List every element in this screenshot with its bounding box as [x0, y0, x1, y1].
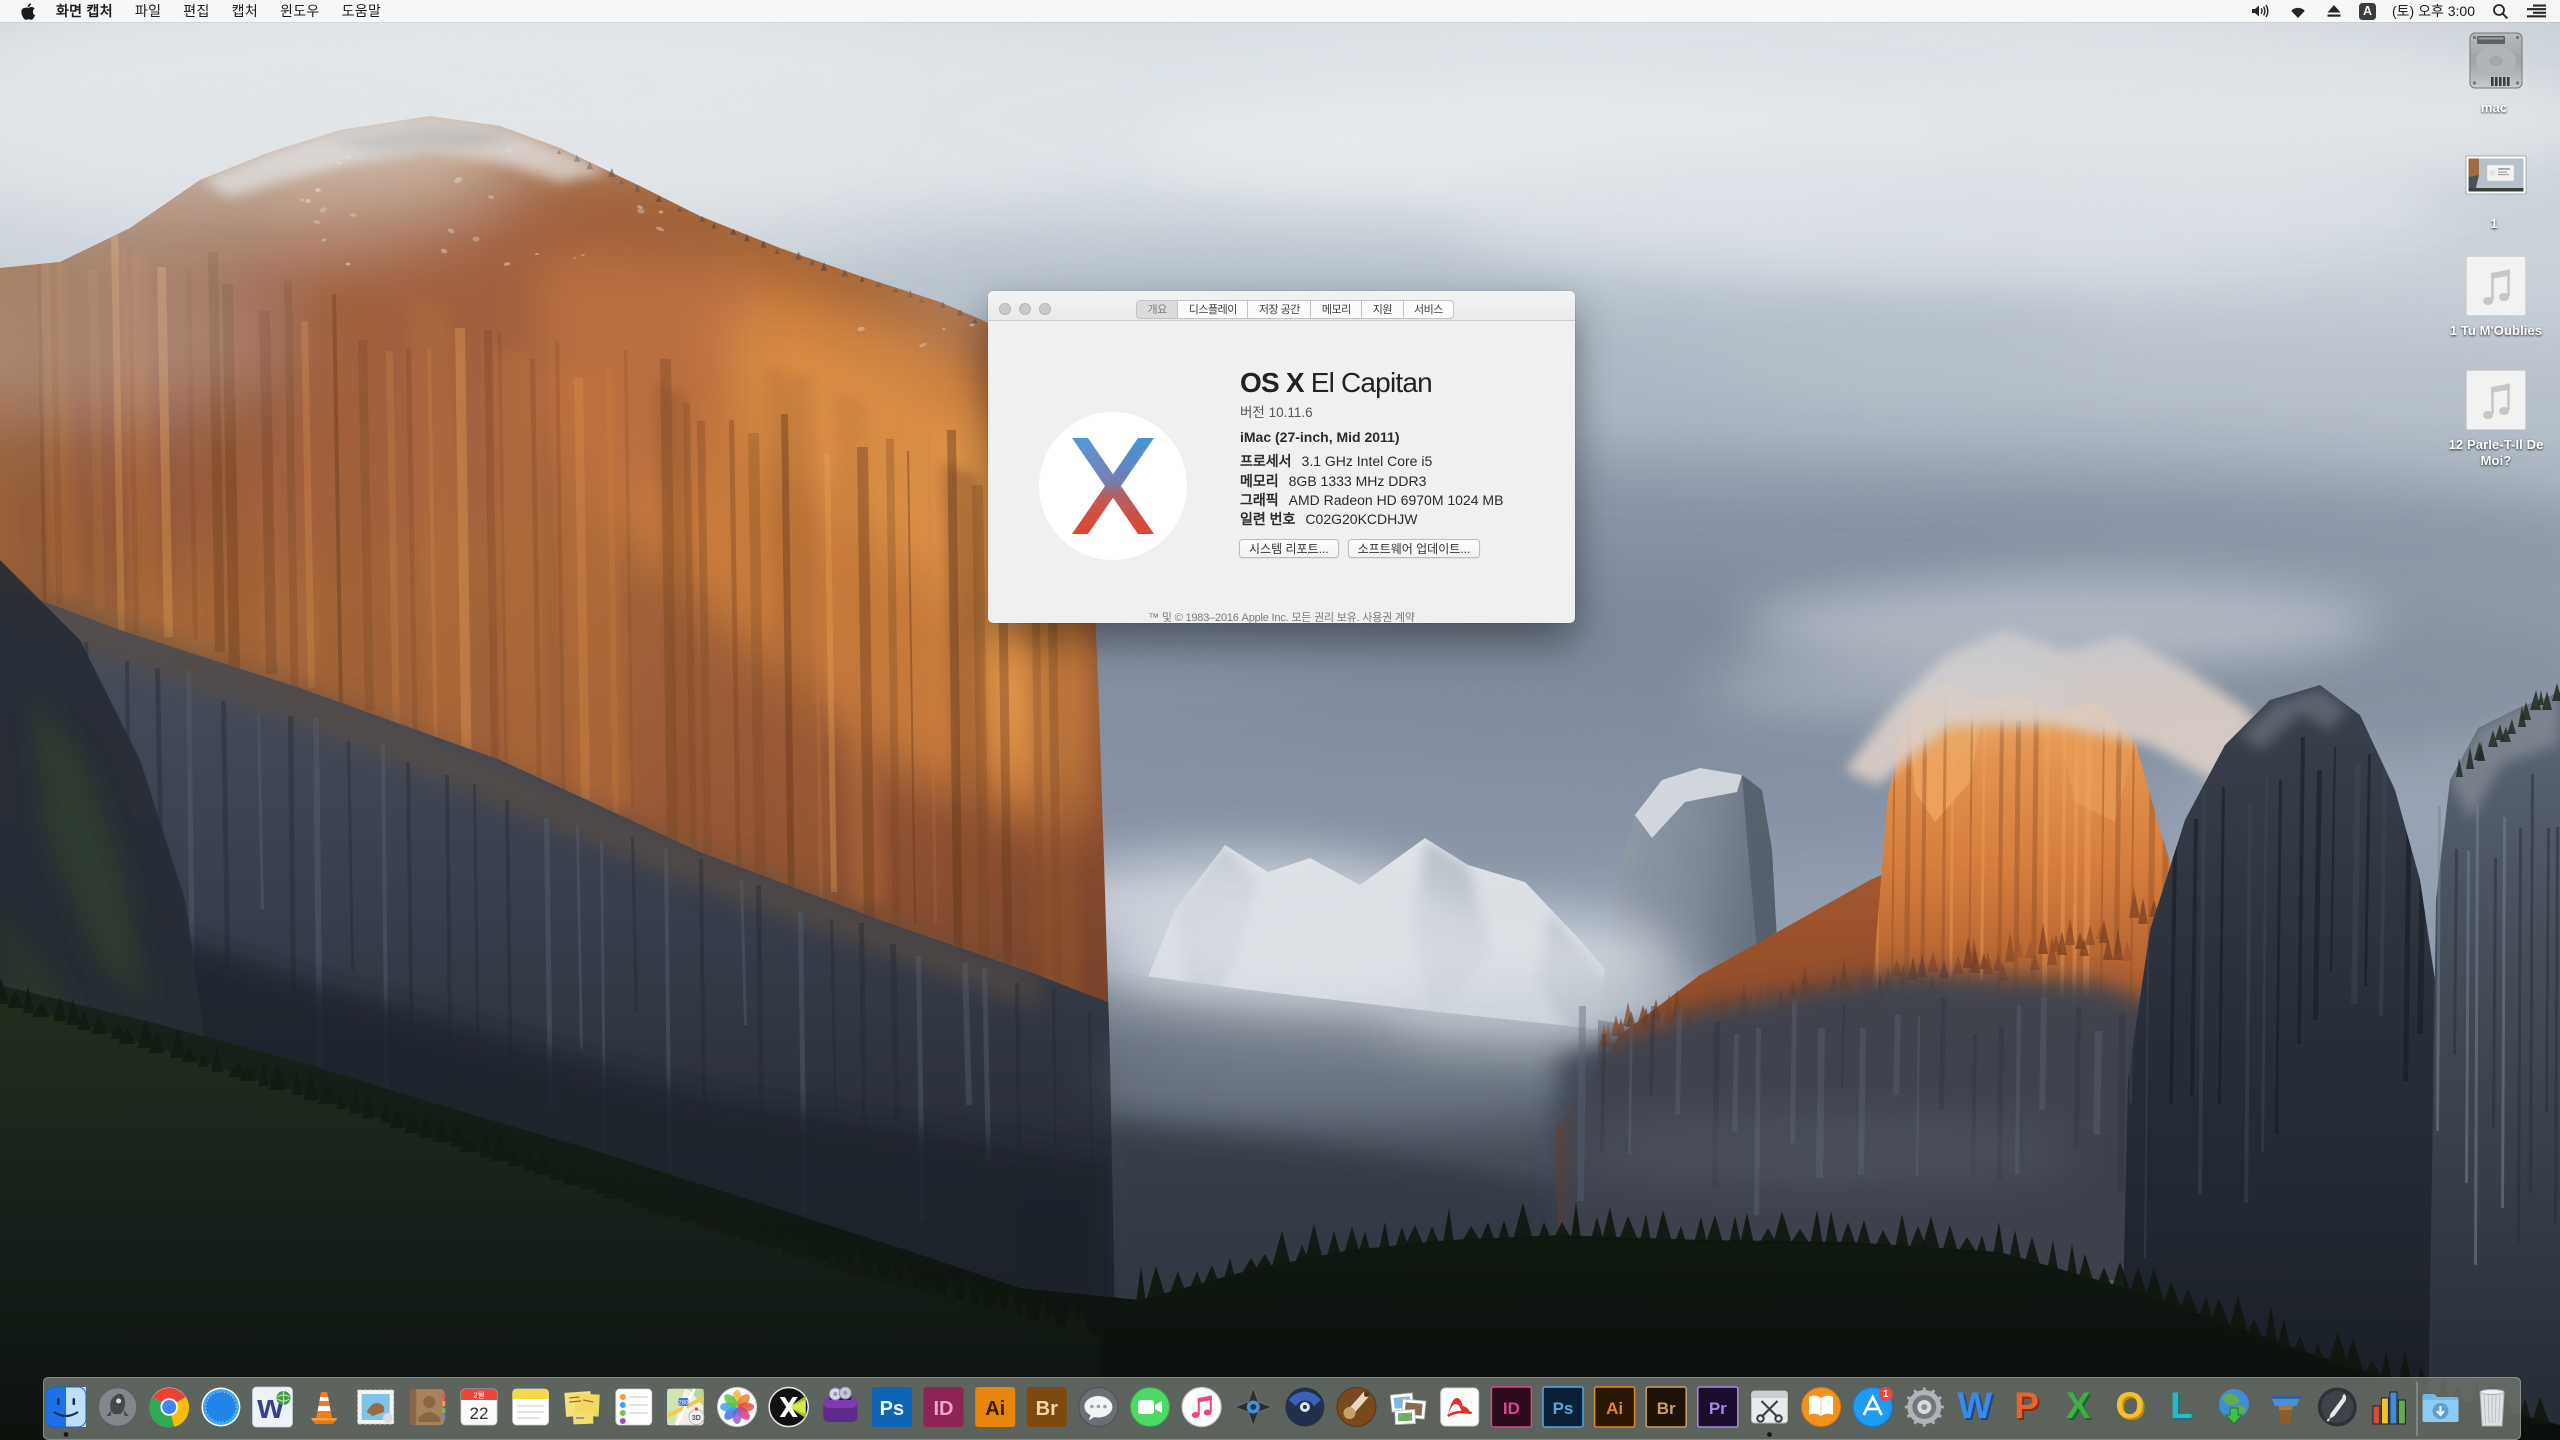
svg-text:W: W: [1957, 1385, 1992, 1426]
svg-text:Ps: Ps: [1553, 1399, 1574, 1418]
svg-text:1: 1: [1883, 1389, 1889, 1400]
svg-text:2월: 2월: [473, 1390, 484, 1400]
svg-text:3D: 3D: [692, 1415, 701, 1422]
svg-text:Ai: Ai: [985, 1398, 1005, 1420]
svg-text:Ps: Ps: [880, 1398, 904, 1420]
svg-text:ID: ID: [934, 1398, 954, 1420]
svg-text:O: O: [2115, 1385, 2144, 1426]
svg-text:ID: ID: [1503, 1399, 1520, 1418]
svg-text:P: P: [2014, 1385, 2039, 1426]
svg-text:280: 280: [678, 1401, 689, 1407]
svg-text:22: 22: [470, 1404, 489, 1423]
svg-text:L: L: [2170, 1385, 2193, 1426]
svg-text:Pr: Pr: [1709, 1399, 1727, 1418]
svg-text:X: X: [2066, 1385, 2091, 1426]
svg-text:Br: Br: [1036, 1398, 1058, 1420]
svg-text:Ai: Ai: [1606, 1399, 1623, 1418]
svg-text:Br: Br: [1657, 1399, 1676, 1418]
